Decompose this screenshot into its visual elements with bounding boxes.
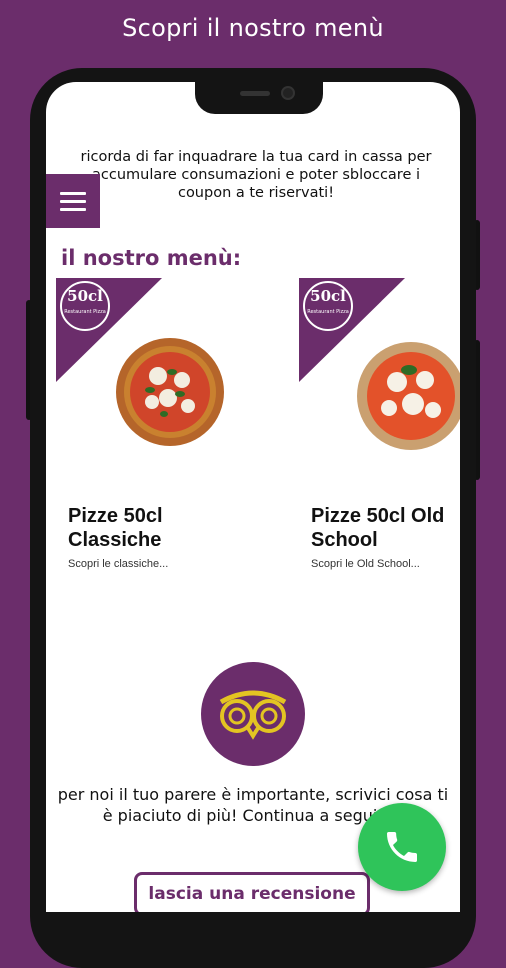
hamburger-icon[interactable]	[46, 174, 100, 228]
card-description: Scopri le Old School...	[311, 558, 420, 570]
phone-screen: ricorda di far inquadrare la tua card in…	[46, 82, 460, 912]
leave-review-button[interactable]: lascia una recensione	[134, 872, 370, 912]
card-title: Pizze 50cl Classiche	[68, 505, 163, 551]
card-reminder-text: ricorda di far inquadrare la tua card in…	[80, 149, 432, 201]
phone-notch	[195, 80, 323, 114]
pizza-image	[357, 342, 460, 450]
call-button[interactable]	[358, 803, 446, 891]
tripadvisor-owl-icon[interactable]	[201, 662, 305, 766]
restaurant-logo: 50cl Restaurant Pizza	[60, 281, 110, 331]
pizza-image	[116, 338, 224, 446]
card-description: Scopri le classiche...	[68, 558, 169, 570]
card-title: Pizze 50cl Old School	[311, 505, 445, 551]
promo-title: Scopri il nostro menù	[122, 14, 384, 42]
menu-section-title: il nostro menù:	[61, 246, 242, 270]
phone-speaker	[240, 91, 270, 96]
phone-camera	[281, 86, 295, 100]
restaurant-logo: 50cl Restaurant Pizza	[303, 281, 353, 331]
phone-icon	[387, 832, 417, 862]
